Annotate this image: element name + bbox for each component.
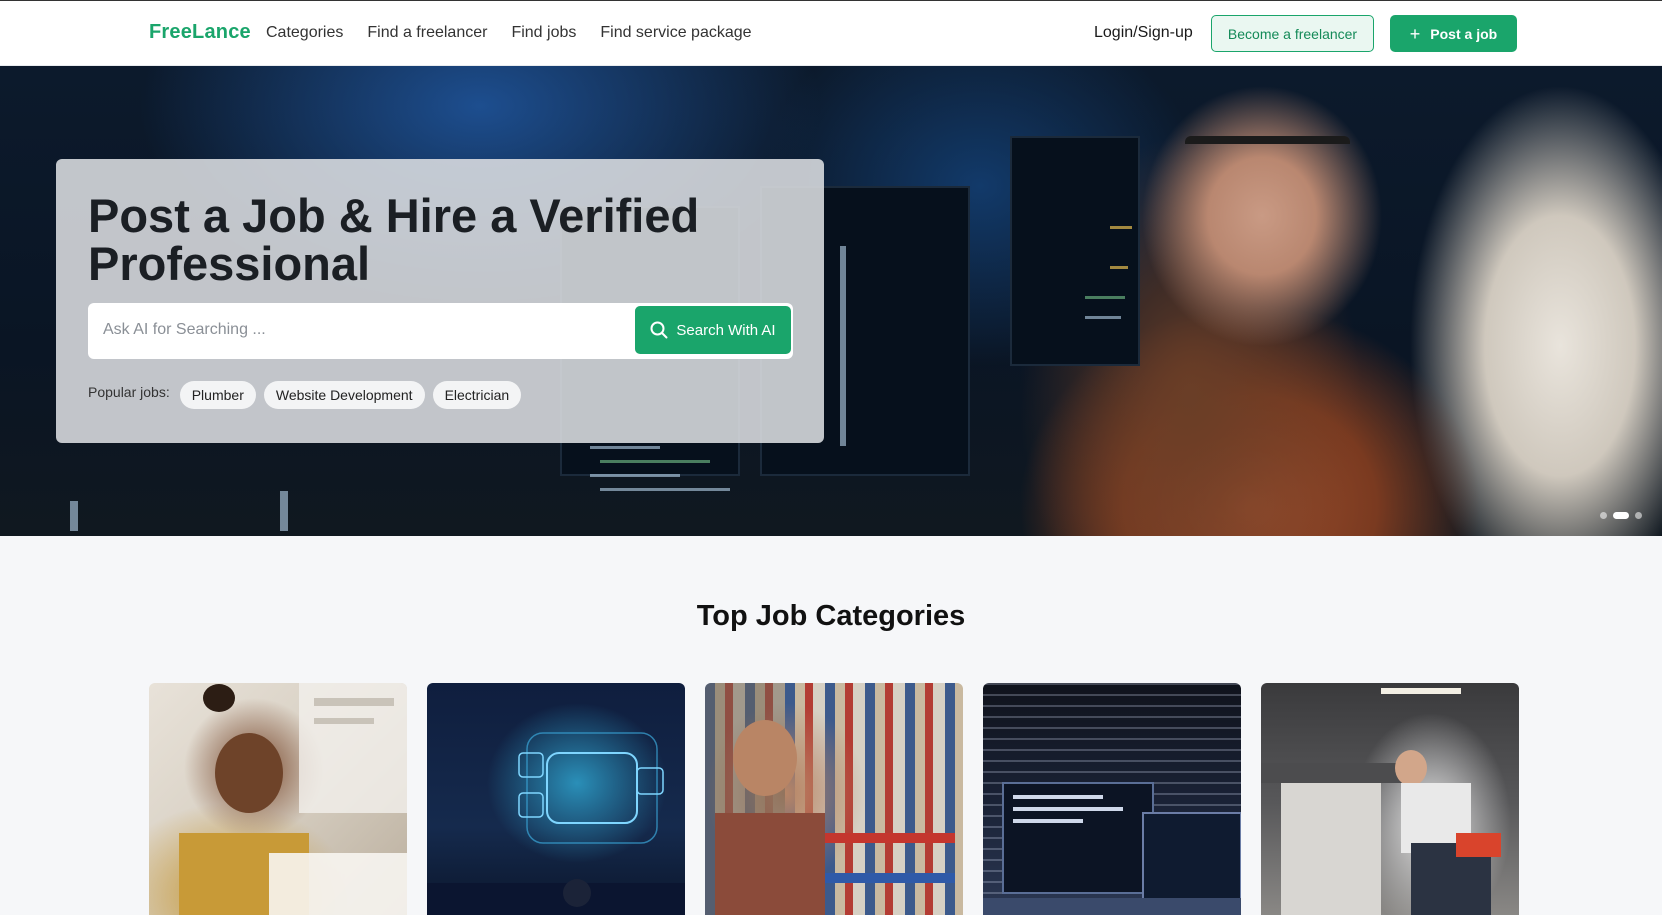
category-card-plumbing[interactable] [705,683,963,915]
brand-logo[interactable]: FreeLance [149,21,251,44]
ai-search-input[interactable] [103,321,583,339]
ai-search-box: Search With AI [88,303,793,359]
category-cards [149,683,1519,915]
carousel-dot[interactable] [1635,512,1642,519]
carousel-dot-active[interactable] [1613,512,1629,519]
code-decoration [70,501,78,531]
category-card-home-repair[interactable] [1261,683,1519,915]
background-monitor [1010,136,1140,366]
nav-link-find-jobs[interactable]: Find jobs [511,24,576,42]
category-card-sem[interactable] [427,683,685,915]
top-navbar: FreeLance Categories Find a freelancer F… [0,0,1662,66]
category-card-design[interactable] [149,683,407,915]
hero-banner: Post a Job & Hire a Verified Professiona… [0,66,1662,536]
hero-title: Post a Job & Hire a Verified Professiona… [88,189,700,290]
become-freelancer-button[interactable]: Become a freelancer [1211,15,1374,52]
popular-job-chip-website-development[interactable]: Website Development [263,381,425,409]
plus-icon: + [1409,23,1421,44]
nav-links: Categories Find a freelancer Find jobs F… [266,24,752,42]
code-decoration [1110,266,1128,269]
code-decoration [840,246,846,446]
code-decoration [590,474,680,477]
code-decoration [600,460,710,463]
code-decoration [590,446,660,449]
carousel-dot[interactable] [1600,512,1607,519]
nav-link-categories[interactable]: Categories [266,24,343,42]
code-decoration [1110,226,1132,229]
nav-link-find-service-package[interactable]: Find service package [600,24,751,42]
hero-search-card: Post a Job & Hire a Verified Professiona… [56,159,824,443]
popular-jobs-label: Popular jobs: [88,384,170,400]
category-image [1261,688,1501,915]
section-title-top-job-categories: Top Job Categories [696,600,966,632]
category-image [983,782,1241,915]
category-image [179,683,407,915]
popular-job-chip-electrician[interactable]: Electrician [432,381,522,409]
category-image [705,683,955,915]
carousel-indicators [1600,512,1642,519]
nav-link-find-freelancer[interactable]: Find a freelancer [367,24,487,42]
glasses-shape [1185,136,1350,191]
post-job-label: Post a job [1430,25,1498,42]
code-decoration [280,491,288,531]
login-signup-link[interactable]: Login/Sign-up [1094,24,1193,42]
code-decoration [600,488,730,491]
search-icon [650,321,668,339]
popular-job-chip-plumber[interactable]: Plumber [179,381,256,409]
search-button-label: Search With AI [676,321,776,339]
popular-jobs: Popular jobs: Plumber Website Developmen… [88,381,522,409]
code-decoration [1085,296,1125,299]
code-decoration [1085,316,1121,319]
search-with-ai-button[interactable]: Search With AI [635,306,791,354]
category-card-software[interactable] [983,683,1241,915]
post-job-button[interactable]: + Post a job [1390,15,1517,52]
category-image [427,732,685,915]
